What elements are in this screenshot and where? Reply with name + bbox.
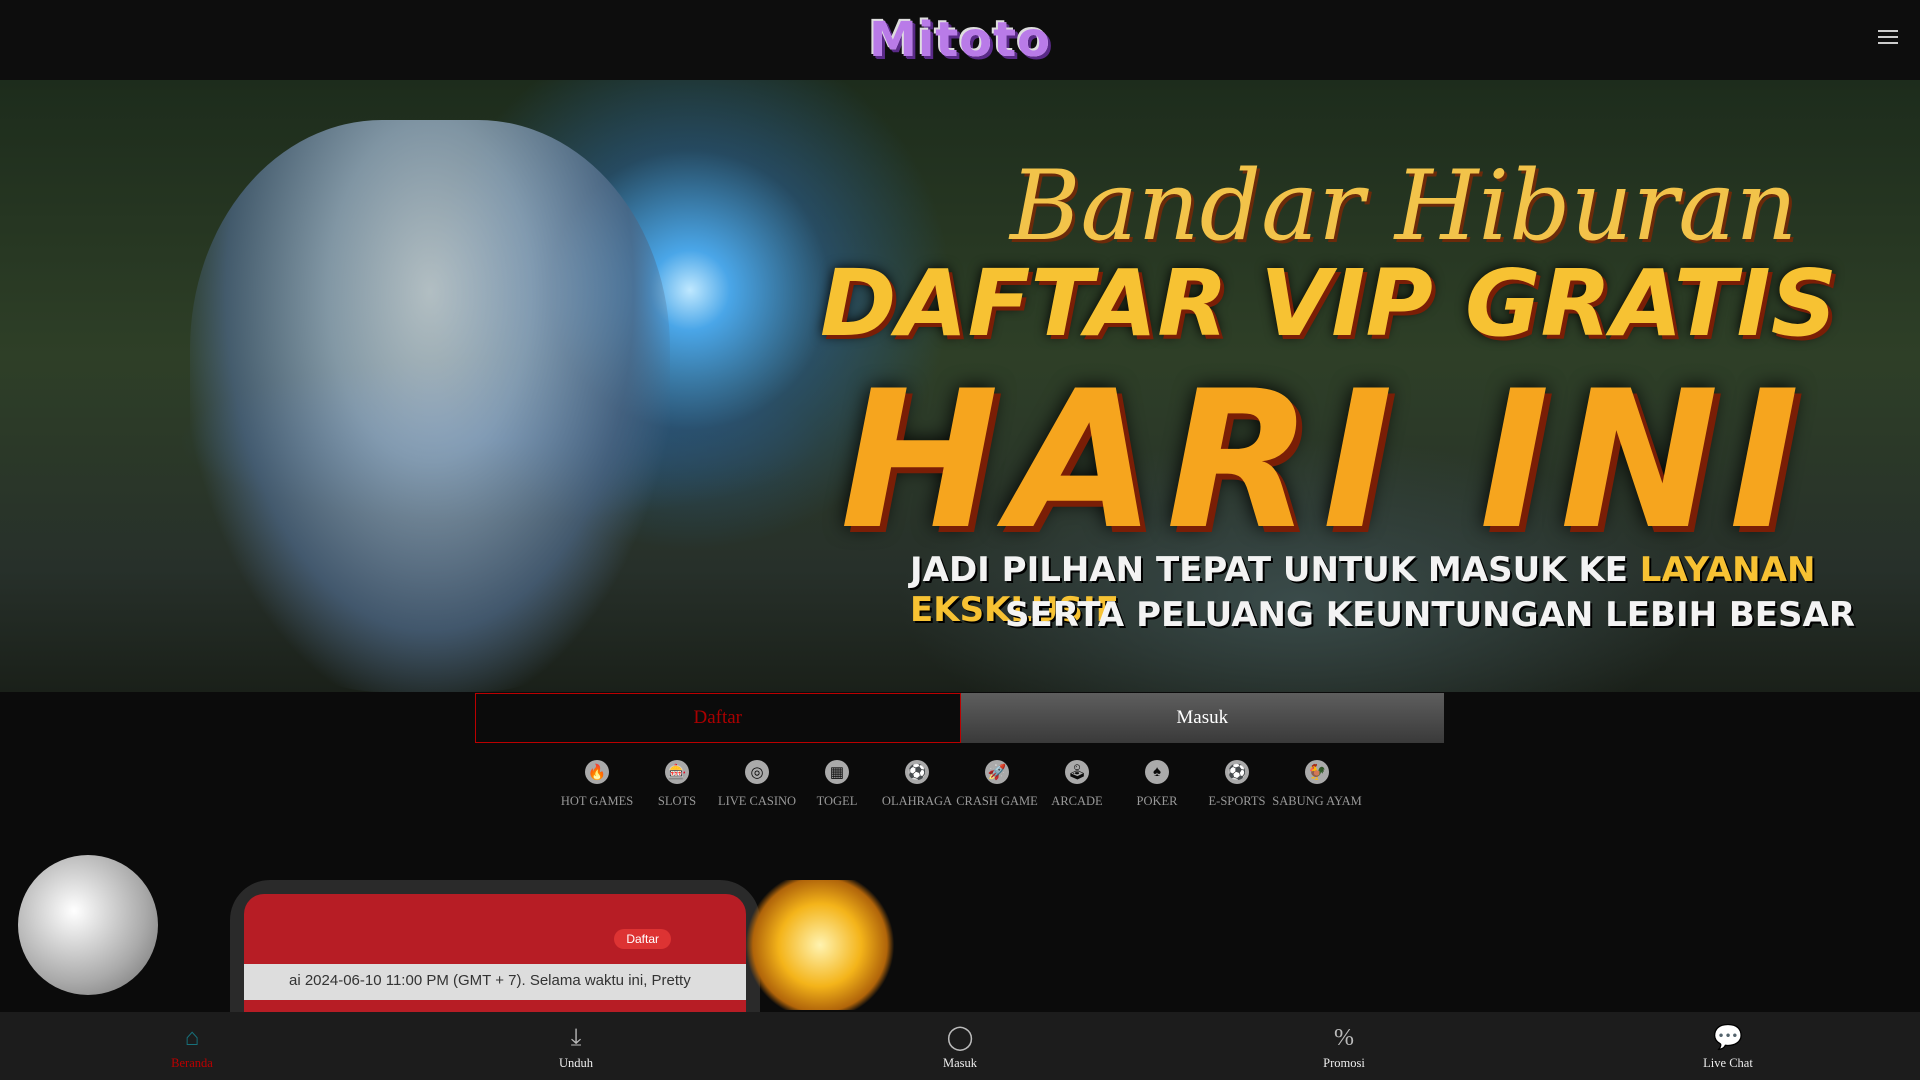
auth-buttons: Daftar Masuk	[475, 693, 1444, 743]
joystick-icon: 🕹	[1065, 760, 1089, 784]
nav-beranda[interactable]: ⌂ Beranda	[0, 1012, 384, 1080]
banner-line1: Bandar Hiburan	[1010, 150, 1798, 262]
masuk-button[interactable]: Masuk	[960, 693, 1444, 743]
nav-label: Masuk	[942, 1055, 978, 1070]
nav-label: Unduh	[558, 1055, 594, 1070]
rocket-icon: 🚀	[985, 760, 1009, 784]
category-label: SABUNG AYAM	[1272, 794, 1362, 808]
phone-daftar-button: Daftar	[614, 929, 671, 949]
category-label: HOT GAMES	[560, 794, 634, 808]
header: Mitoto	[0, 0, 1920, 80]
gold-crystal-image	[740, 880, 900, 1010]
category-e-sports[interactable]: ⚽ E-SPORTS	[1197, 760, 1277, 809]
rooster-icon: 🐓	[1305, 760, 1329, 784]
banner-line4a: JADI PILHAN TEPAT UNTUK MASUK KE	[910, 550, 1640, 590]
banner-line3: HARI INI	[840, 350, 1810, 571]
phone-mockup: Daftar ai 2024-06-10 11:00 PM (GMT + 7).…	[230, 880, 760, 1012]
nav-label: Live Chat	[1703, 1055, 1753, 1070]
nav-label: Beranda	[171, 1055, 213, 1070]
togel-icon: ▦	[825, 760, 849, 784]
announcement-ticker: ai 2024-06-10 11:00 PM (GMT + 7). Selama…	[244, 964, 746, 1000]
category-label: POKER	[1136, 794, 1178, 808]
download-icon: ⤓	[570, 1024, 582, 1051]
apple-logo-icon	[18, 855, 158, 995]
category-nav: 🔥 HOT GAMES 🎰 SLOTS ◎ LIVE CASINO ▦ TOGEL ⚽ O…	[557, 760, 1362, 809]
banner-line5: SERTA PELUANG KEUNTUNGAN LEBIH BESAR	[1005, 595, 1856, 635]
category-label: LIVE CASINO	[717, 794, 797, 808]
promo-banner[interactable]: Bandar Hiburan DAFTAR VIP GRATIS HARI IN…	[0, 80, 1920, 692]
soccer-ball-icon: ⚽	[905, 760, 929, 784]
category-label: OLAHRAGA	[881, 794, 953, 808]
user-icon: ◯	[946, 1024, 974, 1051]
nav-promosi[interactable]: % Promosi	[1152, 1012, 1536, 1080]
category-poker[interactable]: ♠ POKER	[1117, 760, 1197, 809]
category-arcade[interactable]: 🕹 ARCADE	[1037, 760, 1117, 809]
slot-machine-icon: 🎰	[665, 760, 689, 784]
nav-live-chat[interactable]: 💬 Live Chat	[1536, 1012, 1920, 1080]
category-sabung-ayam[interactable]: 🐓 SABUNG AYAM	[1272, 760, 1362, 809]
nav-unduh[interactable]: ⤓ Unduh	[384, 1012, 768, 1080]
category-label: ARCADE	[1051, 794, 1103, 808]
category-togel[interactable]: ▦ TOGEL	[797, 760, 877, 809]
nav-masuk[interactable]: ◯ Masuk	[768, 1012, 1152, 1080]
hero-illustration	[190, 120, 670, 692]
category-label: TOGEL	[816, 794, 858, 808]
category-olahraga[interactable]: ⚽ OLAHRAGA	[877, 760, 957, 809]
app-download-promo[interactable]: Daftar ai 2024-06-10 11:00 PM (GMT + 7).…	[0, 840, 920, 1012]
logo[interactable]: Mitoto	[869, 12, 1051, 68]
banner-line2: DAFTAR VIP GRATIS	[820, 250, 1837, 357]
home-icon: ⌂	[184, 1024, 200, 1051]
esports-ball-icon: ⚽	[1225, 760, 1249, 784]
category-label: SLOTS	[657, 794, 697, 808]
category-hot-games[interactable]: 🔥 HOT GAMES	[557, 760, 637, 809]
category-live-casino[interactable]: ◎ LIVE CASINO	[717, 760, 797, 809]
phone-screen: Daftar ai 2024-06-10 11:00 PM (GMT + 7).…	[244, 894, 746, 1012]
bottom-nav: ⌂ Beranda ⤓ Unduh ◯ Masuk % Promosi 💬 Live Ch…	[0, 1012, 1920, 1080]
category-label: E-SPORTS	[1208, 794, 1266, 808]
category-label: CRASH GAME	[956, 794, 1038, 808]
category-slots[interactable]: 🎰 SLOTS	[637, 760, 717, 809]
hamburger-menu-icon[interactable]	[1878, 30, 1898, 48]
category-crash-game[interactable]: 🚀 CRASH GAME	[956, 760, 1038, 809]
nav-label: Promosi	[1323, 1055, 1365, 1070]
roulette-icon: ◎	[745, 760, 769, 784]
poker-icon: ♠	[1145, 760, 1169, 784]
daftar-button[interactable]: Daftar	[475, 693, 961, 743]
chat-icon: 💬	[1713, 1024, 1743, 1051]
hot-games-icon: 🔥	[585, 760, 609, 784]
promo-ticket-icon: %	[1334, 1024, 1354, 1051]
